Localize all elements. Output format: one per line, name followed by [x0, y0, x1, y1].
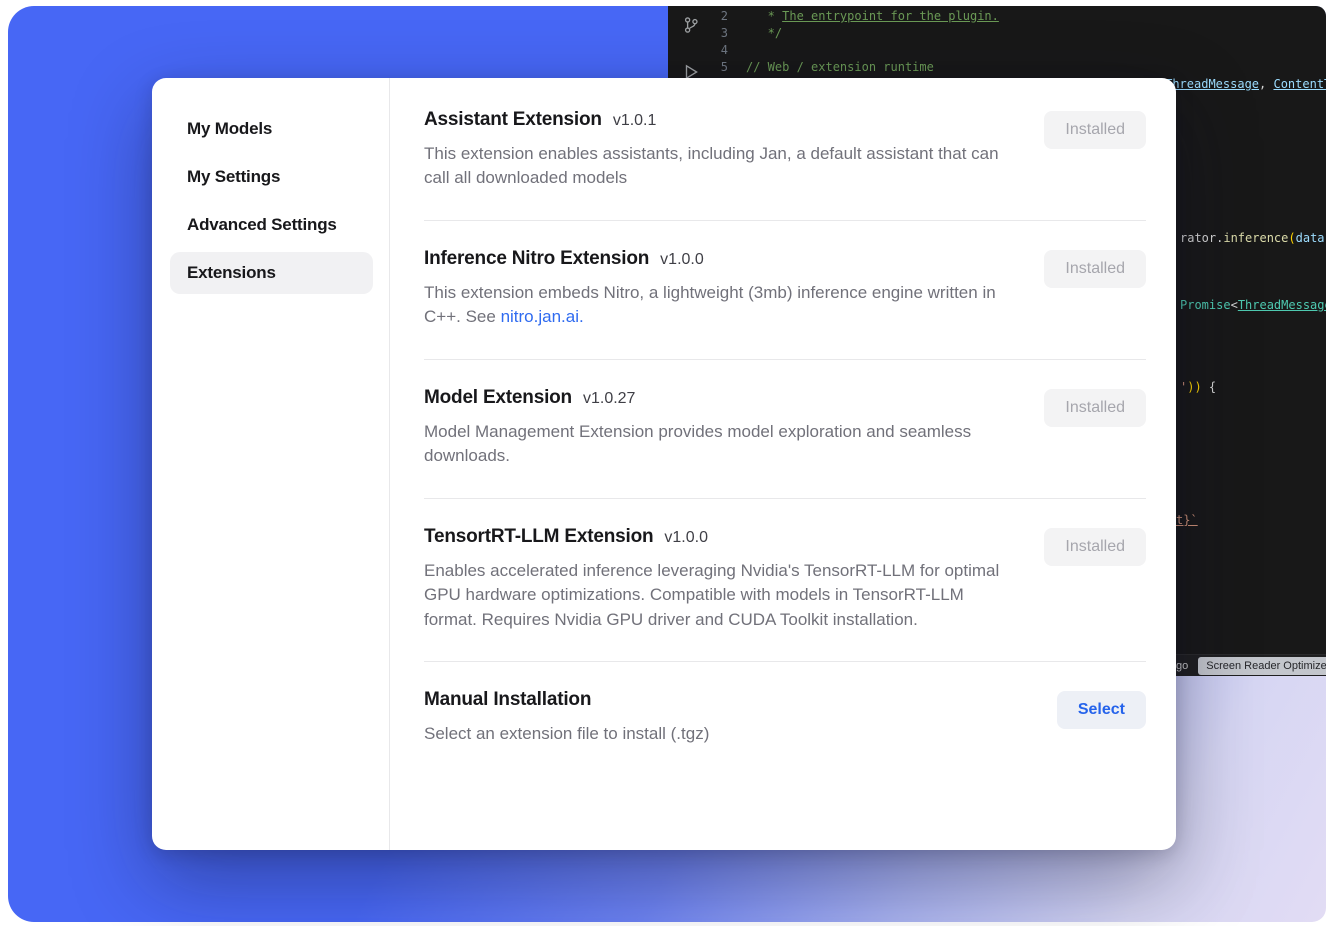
extension-heading: Manual Installation	[424, 689, 709, 711]
code-line: 2 * The entrypoint for the plugin.	[706, 8, 1326, 25]
screen: 2 * The entrypoint for the plugin.3 */45…	[0, 0, 1326, 926]
code-token: */	[746, 26, 782, 40]
code-fragment: rator.inference(data));	[1180, 230, 1326, 246]
extension-heading: Assistant Extension v1.0.1	[424, 109, 1010, 131]
extension-row: Model Extension v1.0.27 Model Management E…	[424, 360, 1146, 499]
code-token: // Web / extension runtime	[746, 60, 934, 74]
extension-heading: TensortRT-LLM Extension v1.0.0	[424, 526, 1010, 548]
settings-modal: My Models My Settings Advanced Settings Ext…	[152, 78, 1176, 850]
code-token: ThreadMessage	[1165, 77, 1259, 91]
editor-activity-column	[676, 16, 706, 84]
extension-row: TensortRT-LLM Extension v1.0.0 Enables acc…	[424, 499, 1146, 662]
extension-info: TensortRT-LLM Extension v1.0.0 Enables acc…	[424, 526, 1010, 632]
extension-version: v1.0.27	[583, 390, 635, 408]
code-token: <	[1231, 298, 1238, 312]
line-content: * The entrypoint for the plugin.	[746, 8, 999, 25]
status-language-label[interactable]: go	[1176, 660, 1188, 672]
extension-info: Model Extension v1.0.27 Model Management E…	[424, 387, 1010, 469]
code-line: 3 */	[706, 25, 1326, 42]
installed-button[interactable]: Installed	[1044, 528, 1146, 566]
extension-info: Assistant Extension v1.0.1 This extension …	[424, 109, 1010, 191]
extension-title: Assistant Extension	[424, 109, 602, 131]
extension-heading: Inference Nitro Extension v1.0.0	[424, 248, 1010, 270]
code-token: inference	[1223, 231, 1288, 245]
line-number: 5	[706, 59, 746, 76]
extension-info: Inference Nitro Extension v1.0.0 This exte…	[424, 248, 1010, 330]
extension-description: Model Management Extension provides mode…	[424, 420, 1010, 469]
git-branch-icon[interactable]	[682, 16, 700, 37]
code-fragment: t}`	[1176, 512, 1198, 528]
extension-description: Enables accelerated inference leveraging…	[424, 559, 1010, 632]
sidebar-item-my-models[interactable]: My Models	[170, 108, 373, 150]
line-number: 2	[706, 8, 746, 25]
code-token: *	[746, 9, 782, 23]
extension-version: v1.0.1	[613, 112, 657, 130]
installed-button[interactable]: Installed	[1044, 111, 1146, 149]
extension-link[interactable]: nitro.jan.ai.	[501, 307, 584, 326]
select-button[interactable]: Select	[1057, 691, 1146, 729]
extension-description: Select an extension file to install (.tg…	[424, 722, 709, 746]
extension-row: Manual Installation Select an extension f…	[424, 662, 1146, 775]
installed-button[interactable]: Installed	[1044, 250, 1146, 288]
installed-button[interactable]: Installed	[1044, 389, 1146, 427]
extension-version: v1.0.0	[664, 529, 708, 547]
extension-row: Inference Nitro Extension v1.0.0 This exte…	[424, 221, 1146, 360]
line-number: 3	[706, 25, 746, 42]
line-content: */	[746, 25, 782, 42]
extension-title: TensortRT-LLM Extension	[424, 526, 653, 548]
extension-description: This extension enables assistants, inclu…	[424, 142, 1010, 191]
code-line: 4	[706, 42, 1326, 59]
sidebar-nav: My Models My Settings Advanced Settings Ext…	[170, 108, 373, 294]
code-token: ThreadMessage	[1238, 298, 1326, 312]
sidebar-item-advanced-settings[interactable]: Advanced Settings	[170, 204, 373, 246]
code-token: Promise	[1180, 298, 1231, 312]
extension-title: Inference Nitro Extension	[424, 248, 649, 270]
screen-reader-badge[interactable]: Screen Reader Optimized	[1198, 657, 1326, 675]
code-token: ContentType	[1273, 77, 1326, 91]
extension-version: v1.0.0	[660, 251, 704, 269]
extension-description: This extension embeds Nitro, a lightweig…	[424, 281, 1010, 330]
line-number: 4	[706, 42, 746, 59]
code-token: ))	[1187, 380, 1201, 394]
code-token: rator.	[1180, 231, 1223, 245]
code-line: 5// Web / extension runtime	[706, 59, 1326, 76]
extension-title: Manual Installation	[424, 689, 591, 711]
extension-list: Assistant Extension v1.0.1 This extension …	[390, 78, 1176, 850]
code-fragment: Promise<ThreadMessage>	[1180, 297, 1326, 313]
code-token: The entrypoint for the plugin.	[782, 9, 999, 23]
extension-title: Model Extension	[424, 387, 572, 409]
code-token: {	[1202, 380, 1216, 394]
extension-info: Manual Installation Select an extension f…	[424, 689, 709, 746]
settings-sidebar: My Models My Settings Advanced Settings Ext…	[152, 78, 390, 850]
code-token: t}`	[1176, 513, 1198, 527]
code-token: data	[1296, 231, 1325, 245]
sidebar-item-extensions[interactable]: Extensions	[170, 252, 373, 294]
code-token: (	[1288, 231, 1295, 245]
code-token: ,	[1259, 77, 1273, 91]
extension-heading: Model Extension v1.0.27	[424, 387, 1010, 409]
extension-row: Assistant Extension v1.0.1 This extension …	[424, 82, 1146, 221]
sidebar-item-my-settings[interactable]: My Settings	[170, 156, 373, 198]
code-fragment: ')) {	[1180, 379, 1216, 395]
line-content: // Web / extension runtime	[746, 59, 934, 76]
